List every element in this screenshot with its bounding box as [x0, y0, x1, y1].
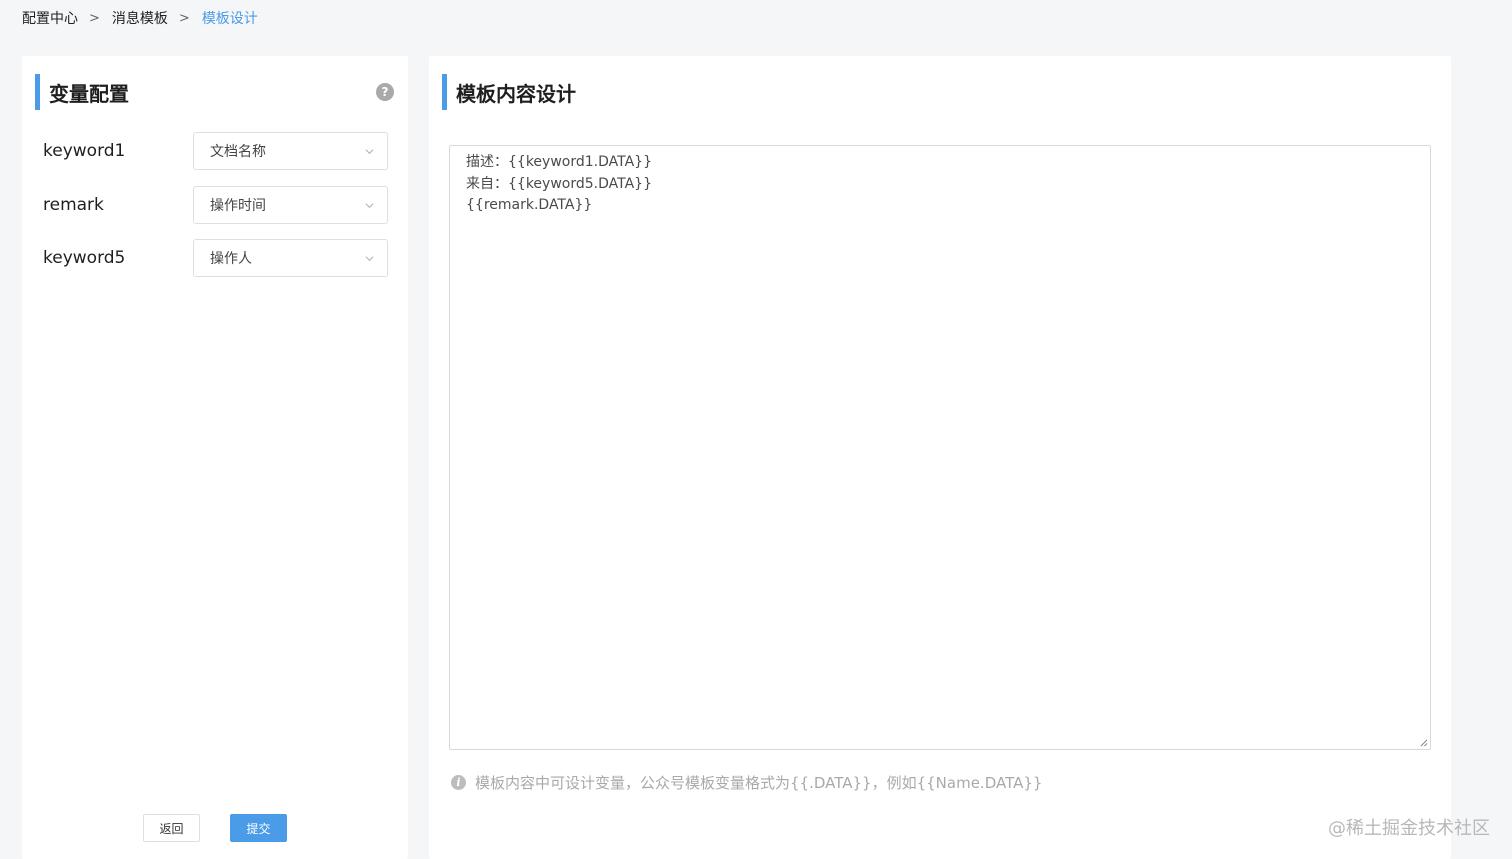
- submit-button[interactable]: 提交: [230, 814, 287, 842]
- variable-row-remark: remark 操作时间: [43, 186, 388, 224]
- back-button[interactable]: 返回: [143, 814, 200, 842]
- template-line: 来自：{{keyword5.DATA}}: [466, 175, 652, 192]
- chevron-down-icon: [365, 256, 374, 262]
- variable-select[interactable]: 文档名称: [193, 132, 388, 170]
- info-circle-icon: i: [451, 775, 466, 790]
- breadcrumb-message-template[interactable]: 消息模板: [112, 8, 168, 28]
- template-content-textarea[interactable]: 描述：{{keyword1.DATA}} 来自：{{keyword5.DATA}…: [449, 145, 1431, 750]
- variable-config-header: 变量配置: [35, 74, 129, 110]
- variable-select[interactable]: 操作时间: [193, 186, 388, 224]
- chevron-down-icon: [365, 203, 374, 209]
- variable-select-value: 操作时间: [210, 198, 266, 214]
- template-content-panel: 模板内容设计 描述：{{keyword1.DATA}} 来自：{{keyword…: [429, 56, 1451, 859]
- variable-label: remark: [43, 195, 104, 215]
- title-accent-bar: [442, 74, 447, 110]
- variable-select[interactable]: 操作人: [193, 239, 388, 277]
- question-circle-icon[interactable]: ?: [376, 83, 394, 101]
- variable-row-keyword5: keyword5 操作人: [43, 239, 388, 277]
- variable-config-panel: 变量配置 ? keyword1 文档名称 remark 操作时间 keyword…: [22, 56, 408, 859]
- variable-label: keyword1: [43, 141, 126, 161]
- breadcrumb-separator: >: [178, 10, 190, 26]
- template-line: {{remark.DATA}}: [466, 197, 593, 213]
- breadcrumb: 配置中心 > 消息模板 > 模板设计: [22, 8, 258, 28]
- breadcrumb-config-center[interactable]: 配置中心: [22, 8, 78, 28]
- variable-label: keyword5: [43, 248, 126, 268]
- variable-config-title: 变量配置: [49, 81, 129, 106]
- template-hint-text: 模板内容中可设计变量，公众号模板变量格式为{{.DATA}}，例如{{Name.…: [475, 774, 1043, 792]
- title-accent-bar: [35, 74, 40, 110]
- template-hint: i 模板内容中可设计变量，公众号模板变量格式为{{.DATA}}，例如{{Nam…: [451, 772, 1042, 793]
- breadcrumb-separator: >: [89, 10, 100, 26]
- template-line: 描述：{{keyword1.DATA}}: [466, 154, 652, 170]
- resize-handle-icon[interactable]: [1419, 738, 1428, 747]
- variable-row-keyword1: keyword1 文档名称: [43, 132, 388, 170]
- template-content-title: 模板内容设计: [456, 81, 576, 106]
- template-content-header: 模板内容设计: [442, 74, 576, 110]
- breadcrumb-template-design: 模板设计: [201, 11, 258, 27]
- variable-select-value: 文档名称: [210, 144, 266, 160]
- chevron-down-icon: [365, 149, 374, 155]
- watermark: @稀土掘金技术社区: [1328, 818, 1490, 839]
- variable-select-value: 操作人: [210, 251, 252, 267]
